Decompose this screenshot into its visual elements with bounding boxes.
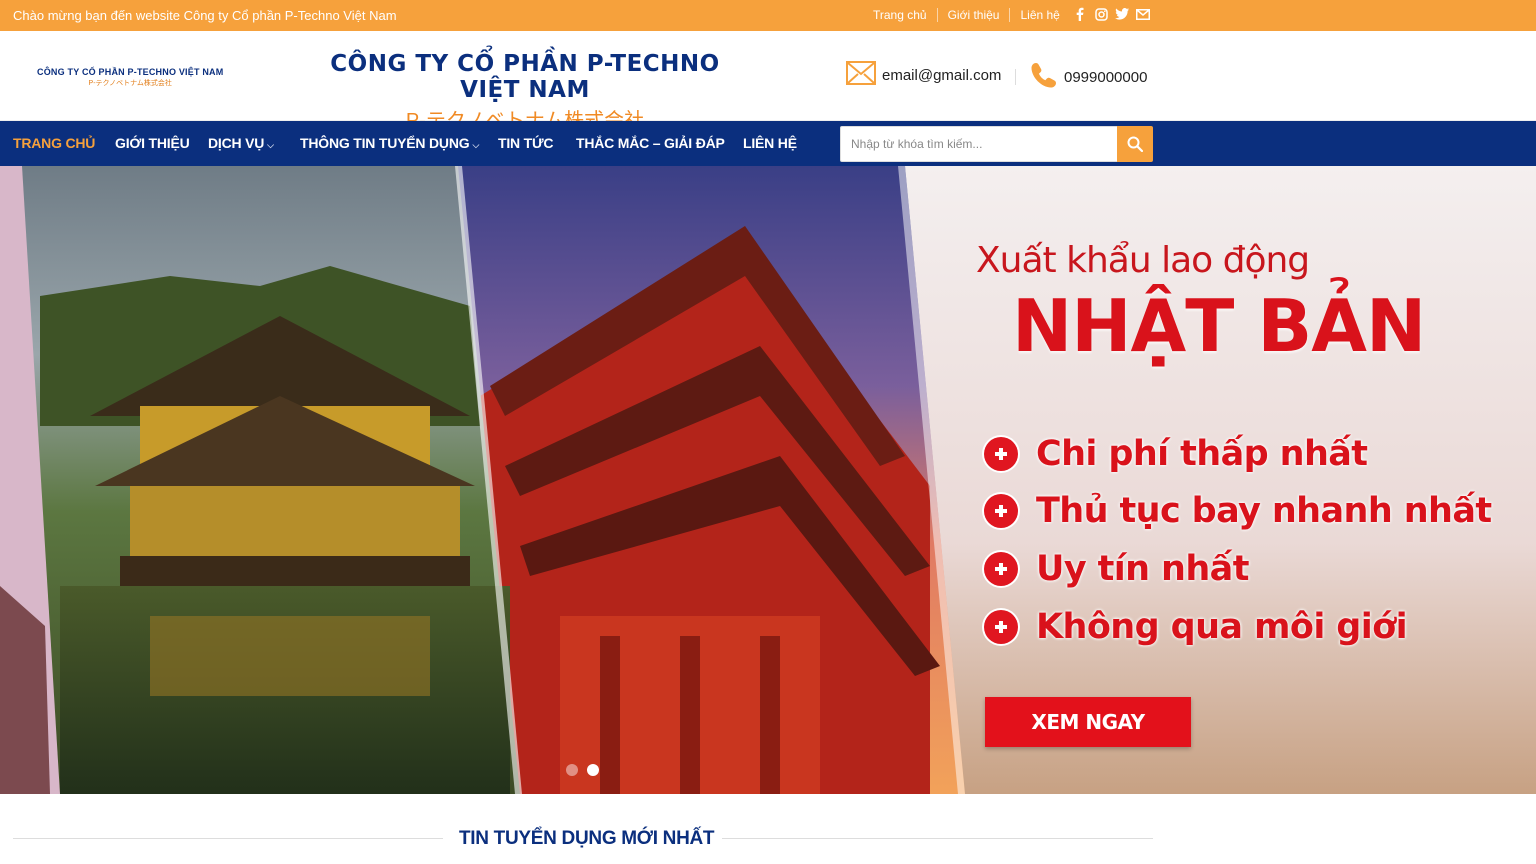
nav-item-label: THÔNG TIN TUYỂN DỤNG [300, 135, 470, 151]
page: Chào mừng bạn đến website Công ty Cổ phầ… [0, 0, 1536, 864]
welcome-text: Chào mừng bạn đến website Công ty Cổ phầ… [13, 8, 397, 23]
nav-item-label: GIỚI THIỆU [115, 135, 190, 151]
top-link-contact[interactable]: Liên hệ [1009, 8, 1069, 22]
brand-company-name: CÔNG TY CỔ PHẦN P-TECHNO VIỆT NAM [330, 51, 720, 103]
section-divider-right [722, 838, 1153, 839]
plus-circle-icon [984, 437, 1018, 471]
hero-slider: Xuất khẩu lao động NHẬT BẢN Chi phí thấp… [0, 166, 1536, 794]
top-link-about[interactable]: Giới thiệu [936, 8, 1010, 22]
mail-icon [846, 61, 876, 90]
phone-text: 0999000000 [1064, 69, 1148, 86]
social-links [1073, 7, 1150, 21]
plus-circle-icon [984, 494, 1018, 528]
envelope-icon[interactable] [1136, 7, 1150, 21]
search-input[interactable] [840, 126, 1117, 162]
nav-item-about[interactable]: GIỚI THIỆU [115, 135, 190, 151]
site-header: CÔNG TY CỔ PHẦN P-TECHNO VIỆT NAM P-テクノベ… [0, 31, 1536, 132]
twitter-icon[interactable] [1115, 7, 1129, 21]
hero-feature-item: Uy tín nhất [984, 549, 1249, 589]
nav-item-contact[interactable]: LIÊN HỆ [743, 135, 797, 151]
hero-subtitle: Xuất khẩu lao động [976, 240, 1310, 281]
chevron-down-icon: ⌵ [267, 140, 274, 150]
search-icon [1127, 136, 1143, 152]
nav-item-services[interactable]: DỊCH VỤ ⌵ [208, 135, 274, 151]
slider-dot[interactable] [566, 764, 578, 776]
plus-circle-icon [984, 610, 1018, 644]
main-nav: TRANG CHỦ GIỚI THIỆU DỊCH VỤ ⌵ THÔNG TIN … [0, 121, 1536, 166]
phone-icon [1030, 61, 1058, 94]
slider-dots [566, 764, 599, 776]
top-bar: Chào mừng bạn đến website Công ty Cổ phầ… [0, 0, 1536, 31]
slider-dot-active[interactable] [587, 764, 599, 776]
latest-jobs-section: TIN TUYỂN DỤNG MỚI NHẤT [0, 794, 1536, 864]
nav-item-label: DỊCH VỤ [208, 135, 265, 151]
email-contact[interactable]: email@gmail.com [846, 61, 1001, 90]
hero-feature-label: Uy tín nhất [1036, 549, 1249, 589]
nav-item-label: LIÊN HỆ [743, 135, 797, 151]
email-text: email@gmail.com [882, 67, 1002, 84]
hero-feature-item: Thủ tục bay nhanh nhất [984, 491, 1492, 531]
search-box [840, 126, 1153, 162]
nav-item-label: TIN TỨC [498, 135, 554, 151]
logo-company-name: CÔNG TY CỔ PHẦN P-TECHNO VIỆT NAM [37, 67, 224, 77]
nav-item-news[interactable]: TIN TỨC [498, 135, 554, 151]
hero-cta-button[interactable]: XEM NGAY [985, 697, 1191, 747]
hero-feature-label: Thủ tục bay nhanh nhất [1036, 491, 1492, 531]
facebook-icon[interactable] [1073, 7, 1087, 21]
nav-item-faq[interactable]: THẮC MẮC – GIẢI ĐÁP [576, 135, 725, 151]
chevron-down-icon: ⌵ [472, 140, 480, 150]
phone-contact[interactable]: 0999000000 [1030, 61, 1147, 94]
plus-circle-icon [984, 552, 1018, 586]
nav-item-home[interactable]: TRANG CHỦ [13, 135, 95, 151]
instagram-icon[interactable] [1094, 7, 1108, 21]
hero-feature-label: Không qua môi giới [1036, 607, 1408, 647]
hero-feature-item: Không qua môi giới [984, 607, 1408, 647]
nav-item-recruitment[interactable]: THÔNG TIN TUYỂN DỤNG ⌵ [300, 135, 479, 151]
nav-item-label: TRANG CHỦ [13, 135, 96, 151]
search-button[interactable] [1117, 126, 1153, 162]
hero-title: NHẬT BẢN [1012, 284, 1426, 368]
section-divider-left [13, 838, 443, 839]
top-link-home[interactable]: Trang chủ [873, 8, 937, 22]
hero-feature-item: Chi phí thấp nhất [984, 434, 1368, 474]
top-links: Trang chủ Giới thiệu Liên hệ [873, 8, 1070, 22]
hero-feature-label: Chi phí thấp nhất [1036, 434, 1368, 474]
section-title: TIN TUYỂN DỤNG MỚI NHẤT [459, 828, 715, 849]
contact-divider [1015, 69, 1016, 85]
logo-japanese-name: P-テクノベトナム株式会社 [88, 80, 172, 87]
site-logo[interactable]: CÔNG TY CỔ PHẦN P-TECHNO VIỆT NAM P-テクノベ… [37, 67, 223, 88]
nav-item-label: THẮC MẮC – GIẢI ĐÁP [576, 135, 725, 151]
